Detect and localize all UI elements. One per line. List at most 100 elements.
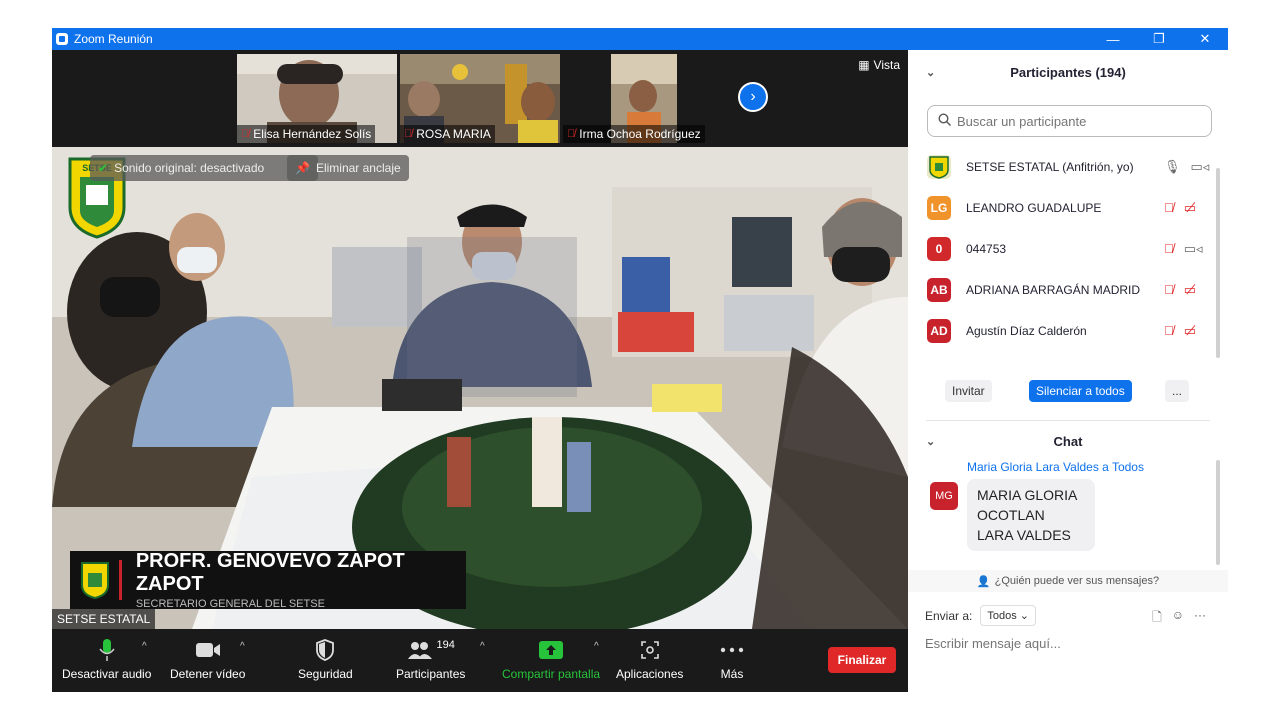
thumbnail-name-tag: 🎙̸ Elisa Hernández Solís: [237, 125, 376, 143]
participant-name: Agustín Díaz Calderón: [966, 323, 1087, 338]
participant-thumbnail[interactable]: 🎙̸ Elisa Hernández Solís: [237, 54, 397, 143]
banner-divider: [118, 560, 122, 600]
share-screen-label: Compartir pantalla: [502, 667, 601, 681]
who-can-see-label: ¿Quién puede ver sus mensajes?: [994, 575, 1160, 587]
video-camera-icon[interactable]: ▭◃: [1184, 241, 1203, 257]
restore-button[interactable]: ❐: [1136, 28, 1182, 50]
share-options-caret-icon[interactable]: ^: [594, 641, 599, 652]
share-screen-icon: [539, 637, 564, 663]
panel-divider: [926, 420, 1210, 421]
original-sound-label: Sonido original: desactivado: [114, 161, 265, 175]
muted-mic-icon: 🎙̸: [241, 128, 250, 140]
avatar: [927, 154, 951, 179]
speaker-name-title: PROFR. GENOVEVO ZAPOT ZAPOT: [135, 550, 405, 595]
muted-mic-icon[interactable]: 🎙̸: [1164, 282, 1174, 298]
participant-thumbnail[interactable]: 🎙̸ Irma Ochoa Rodríguez: [563, 54, 723, 143]
zoom-window: Zoom Reunión — ❐ ✕ 🎙̸ Elisa Hernández So…: [52, 28, 1228, 692]
muted-mic-icon: 🎙̸: [404, 128, 413, 140]
security-label: Seguridad: [298, 667, 353, 681]
avatar: AD: [927, 318, 951, 343]
participants-header: ⌄ Participantes (194): [908, 50, 1228, 94]
video-options-caret-icon[interactable]: ^: [240, 641, 245, 652]
participant-name: SETSE ESTATAL (Anfitrión, yo): [966, 159, 1134, 174]
unpin-button[interactable]: 📌 Eliminar anclaje: [287, 155, 409, 181]
video-camera-icon: [195, 637, 221, 663]
minimize-button[interactable]: —: [1090, 28, 1136, 50]
collapse-chevron-icon[interactable]: ⌄: [926, 435, 935, 448]
speaker-role: SECRETARIO GENERAL DEL SETSE: [135, 598, 325, 610]
chat-scrollbar[interactable]: [1216, 460, 1220, 565]
shield-check-icon: ✔: [98, 161, 109, 175]
more-button[interactable]: Más: [720, 637, 744, 681]
video-off-icon[interactable]: ▭̸: [1184, 323, 1196, 339]
thumbnail-name: ROSA MARIA: [416, 127, 491, 141]
muted-mic-icon[interactable]: 🎙̸: [1164, 200, 1174, 216]
participant-row[interactable]: AB ADRIANA BARRAGÁN MADRID 🎙̸ ▭̸: [908, 269, 1228, 310]
mute-label: Desactivar audio: [62, 667, 152, 681]
participant-name: 044753: [966, 241, 1007, 256]
video-off-icon[interactable]: ▭̸: [1184, 282, 1196, 298]
video-camera-icon[interactable]: ▭◃: [1191, 159, 1210, 175]
video-area: 🎙̸ Elisa Hernández Solís 🎙̸ ROSA MARIA 🎙…: [52, 50, 908, 692]
mute-all-button[interactable]: Silenciar a todos: [1029, 380, 1132, 402]
microphone-icon: [99, 637, 115, 663]
security-button[interactable]: Seguridad: [298, 637, 353, 681]
chat-message: Maria Gloria Lara Valdes a Todos MG MARI…: [930, 460, 1220, 551]
muted-mic-icon[interactable]: 🎙̸: [1164, 241, 1174, 257]
avatar: AB: [927, 277, 951, 302]
mute-button[interactable]: Desactivar audio: [62, 637, 151, 681]
thumbnail-name-tag: 🎙̸ ROSA MARIA: [400, 125, 495, 143]
file-icon[interactable]: 🗋: [1152, 608, 1162, 629]
apps-button[interactable]: Aplicaciones: [616, 637, 683, 681]
participant-status-icons: 🎙̸ ▭◃: [1164, 241, 1203, 257]
more-options-button[interactable]: ...: [1165, 380, 1190, 402]
collapse-chevron-icon[interactable]: ⌄: [926, 66, 935, 79]
avatar: LG: [927, 195, 951, 220]
send-to-dropdown[interactable]: Todos ⌄: [980, 605, 1036, 626]
participant-list-scrollbar[interactable]: [1216, 168, 1220, 358]
share-screen-button[interactable]: Compartir pantalla: [502, 637, 600, 681]
lower-third-banner: PROFR. GENOVEVO ZAPOT ZAPOT SECRETARIO G…: [70, 550, 466, 610]
original-sound-toggle[interactable]: ✔ Sonido original: desactivado ▾: [90, 155, 318, 181]
participant-name: LEANDRO GUADALUPE: [966, 200, 1102, 215]
chat-message-text: MARIA GLORIA OCOTLAN LARA VALDES: [967, 479, 1095, 551]
more-label: Más: [720, 667, 744, 681]
participants-count-badge: 194: [436, 639, 455, 651]
close-button[interactable]: ✕: [1182, 28, 1228, 50]
participant-status-icons: 🎙̸ ▭̸: [1164, 323, 1196, 339]
microphone-icon[interactable]: 🎙: [1164, 159, 1181, 175]
participant-actions: Invitar Silenciar a todos ...: [945, 380, 1195, 402]
end-meeting-button[interactable]: Finalizar: [828, 647, 896, 673]
stop-video-button[interactable]: Detener vídeo: [170, 637, 245, 681]
participant-status-icons: 🎙̸ ▭̸: [1164, 282, 1196, 298]
participant-list: SETSE ESTATAL (Anfitrión, yo) 🎙 ▭◃ LG LE…: [908, 146, 1228, 351]
participant-row[interactable]: SETSE ESTATAL (Anfitrión, yo) 🎙 ▭◃: [908, 146, 1228, 187]
emoji-icon[interactable]: ☺: [1172, 608, 1184, 629]
who-can-see-messages-link[interactable]: 👤 ¿Quién puede ver sus mensajes?: [908, 570, 1228, 592]
video-off-icon[interactable]: ▭̸: [1184, 200, 1196, 216]
participant-status-icons: 🎙 ▭◃: [1164, 159, 1209, 175]
muted-mic-icon[interactable]: 🎙̸: [1164, 323, 1174, 339]
participant-row[interactable]: AD Agustín Díaz Calderón 🎙̸ ▭̸: [908, 310, 1228, 351]
view-button[interactable]: ▦ Vista: [858, 58, 900, 72]
participants-options-caret-icon[interactable]: ^: [480, 641, 485, 652]
participant-thumbnail[interactable]: 🎙̸ ROSA MARIA: [400, 54, 560, 143]
participant-search[interactable]: [927, 105, 1212, 137]
chat-message-sender[interactable]: Maria Gloria Lara Valdes a Todos: [967, 460, 1220, 474]
chat-header: ⌄ Chat: [908, 426, 1228, 456]
chat-message-input[interactable]: [925, 636, 1215, 651]
chat-tools: 🗋 ☺ ···: [1152, 608, 1206, 629]
stop-video-label: Detener vídeo: [170, 667, 246, 681]
invite-button[interactable]: Invitar: [945, 380, 992, 402]
ellipsis-icon[interactable]: ···: [1194, 608, 1206, 629]
muted-mic-icon: 🎙̸: [567, 128, 576, 140]
participant-row[interactable]: LG LEANDRO GUADALUPE 🎙̸ ▭̸: [908, 187, 1228, 228]
participants-button[interactable]: 194 Participantes: [396, 637, 465, 681]
participant-row[interactable]: 0 044753 🎙̸ ▭◃: [908, 228, 1228, 269]
participant-search-input[interactable]: [957, 113, 1197, 129]
next-page-arrow-icon[interactable]: ›: [738, 82, 768, 112]
zoom-app-icon: [56, 33, 68, 45]
active-speaker-label: SETSE ESTATAL: [52, 609, 156, 629]
audio-options-caret-icon[interactable]: ^: [142, 641, 147, 652]
unpin-label: Eliminar anclaje: [315, 161, 401, 175]
